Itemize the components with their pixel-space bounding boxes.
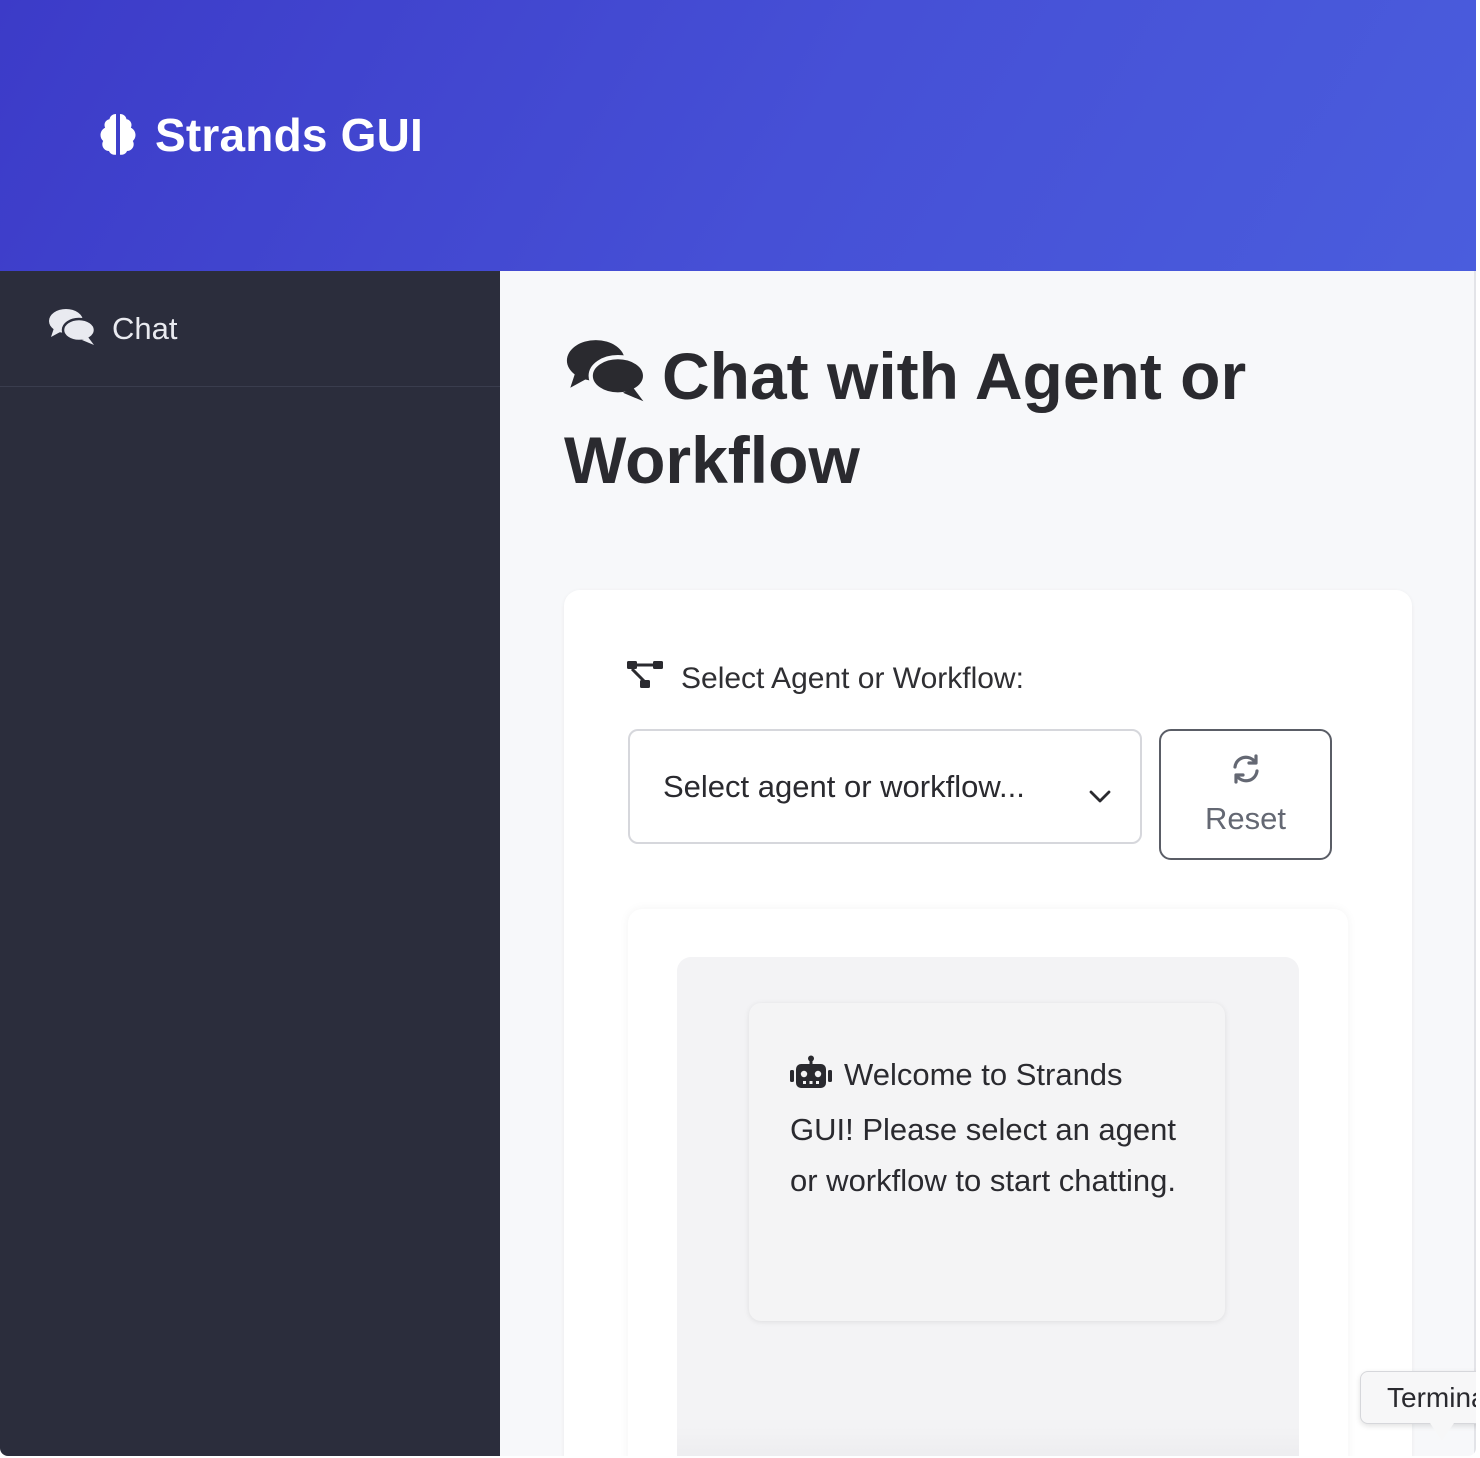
main-content: Chat with Agent or Workflow Select Agent… — [500, 271, 1476, 1456]
brand-title: Strands GUI — [155, 109, 424, 161]
comments-icon — [564, 335, 648, 420]
sidebar: Chat — [0, 271, 500, 1456]
brain-icon — [95, 110, 141, 161]
sidebar-item-chat[interactable]: Chat — [0, 271, 500, 387]
bot-message: Welcome to Strands GUI! Please select an… — [749, 1003, 1225, 1321]
select-value: Select agent or workflow... — [663, 768, 1025, 804]
reset-label: Reset — [1205, 800, 1286, 836]
terminal-tooltip: Terminal — [1360, 1371, 1476, 1424]
refresh-icon — [1230, 753, 1262, 793]
select-label: Select Agent or Workflow: — [627, 660, 1024, 698]
page-title-text: Chat with Agent or Workflow — [564, 339, 1247, 497]
brand[interactable]: Strands GUI — [95, 108, 423, 162]
agent-workflow-select[interactable]: Select agent or workflow... — [628, 729, 1142, 844]
tooltip-arrow — [1430, 1423, 1454, 1441]
chat-panel: Welcome to Strands GUI! Please select an… — [628, 909, 1348, 1456]
page-title: Chat with Agent or Workflow — [564, 335, 1344, 500]
robot-icon — [790, 1053, 832, 1104]
select-label-text: Select Agent or Workflow: — [681, 662, 1024, 695]
reset-button[interactable]: Reset — [1159, 729, 1332, 860]
comments-icon — [48, 306, 97, 351]
bot-message-text: Welcome to Strands GUI! Please select an… — [790, 1057, 1177, 1198]
top-header: Strands GUI — [0, 0, 1476, 271]
chat-card: Select Agent or Workflow: Select agent o… — [564, 590, 1412, 1456]
sitemap-icon — [627, 660, 663, 698]
chevron-down-icon — [1088, 777, 1112, 813]
app-window: Strands GUI Chat Chat with Agent or Work… — [0, 0, 1476, 1456]
messages-container[interactable]: Welcome to Strands GUI! Please select an… — [677, 957, 1299, 1456]
scroll-fade — [677, 1427, 1299, 1456]
sidebar-item-label: Chat — [112, 310, 178, 346]
